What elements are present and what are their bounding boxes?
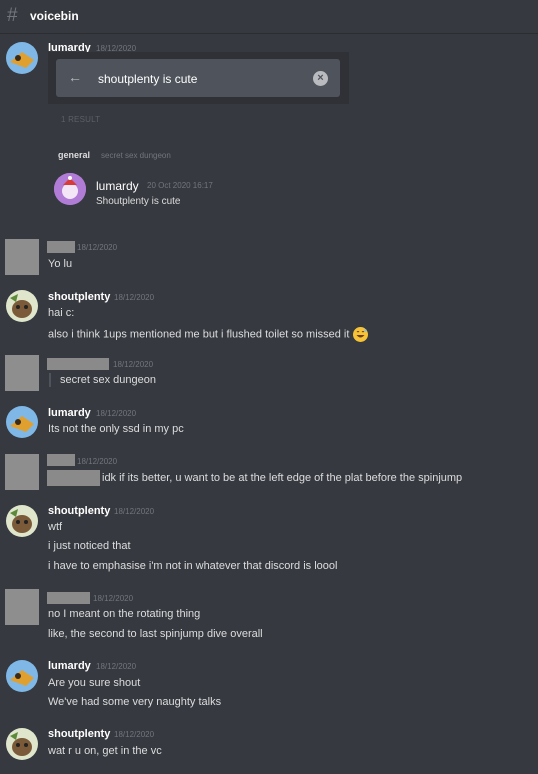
message-text: Yo lu: [48, 258, 73, 270]
result-text: Shoutplenty is cute: [96, 196, 181, 207]
channel-name: voicebin: [30, 9, 79, 23]
redacted-mention: [47, 470, 100, 486]
avatar-redacted[interactable]: [5, 239, 39, 275]
message-text: secret sex dungeon: [60, 374, 157, 386]
message-text: like, the second to last spinjump dive o…: [48, 628, 263, 640]
quote-bar: [49, 373, 51, 387]
result-topic: secret sex dungeon: [101, 151, 171, 160]
arrow-left-icon[interactable]: ←: [68, 69, 82, 85]
message-timestamp: 18/12/2020: [96, 409, 137, 418]
search-query[interactable]: shoutplenty is cute: [98, 72, 197, 86]
message-timestamp: 18/12/2020: [77, 243, 118, 252]
avatar-redacted[interactable]: [5, 454, 39, 490]
message-timestamp: 18/12/2020: [113, 360, 154, 369]
result-timestamp: 20 Oct 2020 16:17: [147, 181, 213, 190]
message-timestamp: 18/12/2020: [114, 730, 155, 739]
message-author[interactable]: shoutplenty: [48, 505, 110, 517]
message-author[interactable]: lumardy: [48, 660, 91, 672]
message-timestamp: 18/12/2020: [93, 594, 134, 603]
message-text: wtf: [48, 521, 63, 533]
avatar-shoutplenty[interactable]: [6, 728, 38, 760]
avatar-lumardy[interactable]: [6, 42, 38, 74]
message-author[interactable]: shoutplenty: [48, 728, 110, 740]
message-text: wat r u on, get in the vc: [48, 745, 162, 757]
hash-icon: #: [7, 5, 18, 26]
avatar-lumardy[interactable]: [6, 406, 38, 438]
redacted-username: [47, 358, 109, 370]
avatar-redacted[interactable]: [5, 355, 39, 391]
message-author[interactable]: shoutplenty: [48, 291, 110, 303]
message-text: We've had some very naughty talks: [48, 696, 222, 708]
result-author[interactable]: lumardy: [96, 179, 139, 193]
message-timestamp: 18/12/2020: [96, 662, 137, 671]
message-text: no I meant on the rotating thing: [48, 608, 201, 620]
message-author[interactable]: lumardy: [48, 407, 91, 419]
search-result-count: 1 RESULT: [61, 115, 101, 124]
redacted-username: [47, 592, 90, 604]
result-channel[interactable]: general: [58, 150, 90, 160]
redacted-username: [47, 454, 75, 466]
message-text: i just noticed that: [48, 540, 131, 552]
message-timestamp: 18/12/2020: [114, 293, 155, 302]
channel-header: # voicebin: [0, 0, 538, 34]
result-avatar: [54, 173, 86, 205]
redacted-username: [47, 241, 75, 253]
message-timestamp: 18/12/2020: [114, 507, 155, 516]
message-text: Its not the only ssd in my pc: [48, 423, 184, 435]
avatar-lumardy[interactable]: [6, 660, 38, 692]
message-text: also i think 1ups mentioned me but i flu…: [48, 328, 350, 341]
message-timestamp: 18/12/2020: [77, 457, 118, 466]
avatar-shoutplenty[interactable]: [6, 290, 38, 322]
message-text: Are you sure shout: [48, 677, 141, 689]
message-text: i have to emphasise i'm not in whatever …: [48, 560, 338, 572]
message-text: hai c:: [48, 307, 75, 319]
avatar-redacted[interactable]: [5, 589, 39, 625]
close-icon[interactable]: ×: [313, 71, 328, 86]
message-text: idk if its better, u want to be at the l…: [102, 472, 463, 484]
grinning-sweat-emoji: [352, 327, 368, 342]
avatar-shoutplenty[interactable]: [6, 505, 38, 537]
